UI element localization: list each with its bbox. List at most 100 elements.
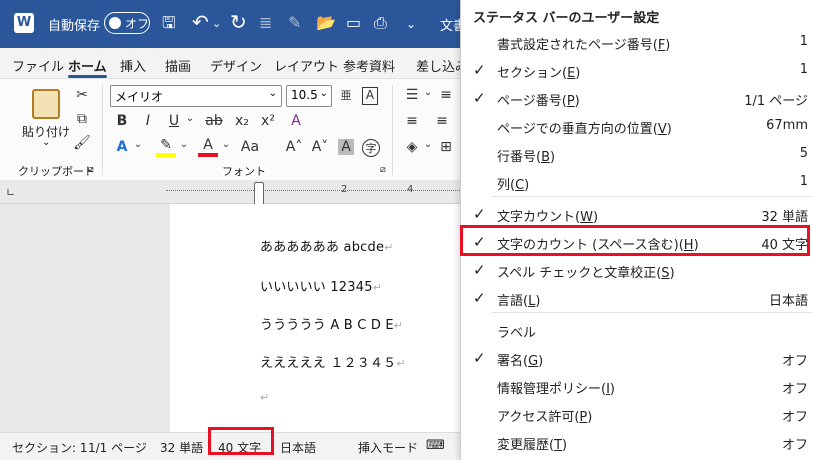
tab-file[interactable]: ファイル — [12, 56, 64, 75]
pen-icon[interactable]: ✎ — [288, 13, 301, 33]
tab-references[interactable]: 参考資料 — [343, 56, 395, 75]
menu-item-text: 列( — [497, 178, 516, 193]
accessibility-icon[interactable]: ⌨ — [426, 438, 445, 453]
autosave-toggle[interactable]: オフ — [104, 12, 150, 34]
copy-icon[interactable]: ⧉ — [72, 111, 92, 127]
paragraph-mark-icon: ↵ — [393, 319, 404, 332]
new-file-icon[interactable]: ▭ — [346, 13, 361, 33]
menu-item[interactable]: 列(C) 1 — [461, 168, 813, 196]
clipboard-group-label: クリップボード — [18, 165, 95, 178]
menu-item[interactable]: ✓ 言語(L) 日本語 — [461, 284, 813, 312]
chevron-down-icon[interactable]: ⌄ — [216, 139, 236, 150]
tab-design[interactable]: デザイン — [210, 56, 262, 75]
menu-item-paren: ) — [587, 410, 593, 425]
strikethrough-icon[interactable]: ab — [204, 113, 224, 129]
paste-dropdown-icon[interactable]: ⌄ — [42, 137, 50, 148]
menu-item-paren: ) — [575, 66, 581, 81]
toggle-knob-icon — [109, 17, 121, 29]
menu-item-value: オフ — [781, 410, 808, 425]
menu-item[interactable]: ✓ 文字カウント(W) 32 単語 — [461, 200, 813, 228]
menu-item[interactable]: アクセス許可(P) オフ — [461, 400, 813, 428]
chevron-down-icon[interactable]: ⌄ — [128, 139, 148, 150]
grow-font-icon[interactable]: A˄ — [284, 139, 304, 155]
format-painter-icon[interactable]: ≣ — [259, 13, 272, 33]
ruler-track — [166, 190, 470, 194]
checkmark-icon: ✓ — [473, 61, 486, 79]
ruler-mark: 4 — [407, 184, 414, 195]
chevron-down-icon[interactable]: ⌄ — [180, 113, 200, 124]
menu-item[interactable]: ページでの垂直方向の位置(V) 67mm — [461, 112, 813, 140]
numbering-icon[interactable]: ≡ — [436, 87, 456, 103]
align-left-icon[interactable]: ≡ — [402, 113, 422, 129]
status-words[interactable]: 32 単語 — [160, 439, 203, 456]
menu-item[interactable]: 書式設定されたページ番号(F) 1 — [461, 28, 813, 56]
menu-item-text: ページ番号( — [497, 94, 567, 109]
redo-icon[interactable]: ↻ — [230, 12, 247, 32]
cut-icon[interactable]: ✂ — [72, 87, 92, 103]
menu-item[interactable]: 変更履歴(T) オフ — [461, 428, 813, 456]
menu-item[interactable]: 情報管理ポリシー(I) オフ — [461, 372, 813, 400]
paragraph-mark-icon: ↵ — [372, 281, 383, 294]
save-icon[interactable]: 🖫 — [162, 13, 176, 33]
clear-formatting-icon[interactable]: A — [286, 113, 306, 129]
menu-item[interactable]: ✓ セクション(E) 1 — [461, 56, 813, 84]
menu-item[interactable]: ✓ 署名(G) オフ — [461, 344, 813, 372]
menu-item-paren: ) — [562, 438, 568, 453]
menu-item-value: 67mm — [766, 118, 808, 133]
enclose-characters-icon[interactable]: 字 — [362, 139, 380, 157]
clipboard-icon[interactable] — [32, 89, 60, 119]
align-center-icon[interactable]: ≡ — [432, 113, 452, 129]
menu-item[interactable]: 行番号(B) 5 — [461, 140, 813, 168]
menu-item-value: 1/1 ページ — [744, 94, 808, 109]
tab-selector-icon[interactable]: ∟ — [6, 186, 15, 199]
menu-title: ステータス バーのユーザー設定 — [473, 11, 660, 26]
subscript-icon[interactable]: x₂ — [232, 113, 252, 129]
italic-icon[interactable]: I — [138, 113, 158, 129]
shrink-font-icon[interactable]: A˅ — [310, 139, 330, 155]
status-page[interactable]: 1/1 ページ — [88, 439, 147, 456]
doc-line: ↵ — [260, 390, 269, 405]
clipboard-launcher-icon[interactable]: ⧄ — [88, 165, 94, 175]
font-name-select[interactable]: メイリオ ⌄ — [110, 85, 282, 107]
phonetic-guide-icon[interactable]: 亜 — [336, 87, 356, 103]
document-page[interactable]: ああああああ abcde↵ いいいいい 12345↵ ううううう A B C D… — [170, 204, 470, 432]
tab-insert[interactable]: 挿入 — [120, 56, 146, 75]
status-language[interactable]: 日本語 — [280, 439, 316, 456]
font-color-icon[interactable]: A — [198, 137, 218, 157]
character-shading-icon[interactable]: A — [338, 139, 354, 155]
toggle-state-label: オフ — [125, 17, 150, 31]
tab-layout[interactable]: レイアウト — [274, 56, 339, 75]
superscript-icon[interactable]: x² — [258, 113, 278, 129]
format-brush-icon[interactable]: 🖌 — [72, 135, 92, 151]
menu-item-value: 1 — [799, 174, 808, 189]
word-logo-icon: W — [14, 13, 34, 33]
customize-qat-icon[interactable]: ⌄ — [406, 14, 416, 34]
character-border-icon[interactable]: A — [362, 87, 378, 105]
menu-item-value: 日本語 — [768, 294, 808, 309]
undo-icon[interactable]: ↶ — [192, 12, 209, 32]
font-group-label: フォント — [222, 165, 266, 178]
menu-item[interactable]: ✓ ページ番号(P) 1/1 ページ — [461, 84, 813, 112]
status-section[interactable]: セクション: 1 — [12, 439, 88, 456]
menu-item-paren: ) — [538, 354, 544, 369]
menu-item-accesskey: C — [515, 178, 525, 193]
bold-icon[interactable]: B — [112, 113, 132, 129]
menu-item-value: オフ — [781, 438, 808, 453]
aa-case-icon[interactable]: Aa — [240, 139, 260, 155]
menu-item[interactable]: ラベル — [461, 316, 813, 344]
chevron-down-icon[interactable]: ⌄ — [418, 87, 438, 98]
highlight-color-icon[interactable]: ✎ — [156, 137, 176, 157]
open-folder-icon[interactable]: 📂 — [316, 13, 336, 33]
menu-item[interactable]: ✓ スペル チェックと文章校正(S) — [461, 256, 813, 284]
chevron-down-icon[interactable]: ⌄ — [212, 14, 221, 34]
font-launcher-icon[interactable]: ⧄ — [380, 165, 386, 175]
status-insert-mode[interactable]: 挿入モード — [358, 439, 418, 456]
font-size-select[interactable]: 10.5 ⌄ — [286, 85, 332, 107]
doc-line-text: えええええ １２３４５ — [260, 356, 397, 371]
tab-home[interactable]: ホーム — [68, 56, 107, 78]
chevron-down-icon[interactable]: ⌄ — [174, 139, 194, 150]
chevron-down-icon[interactable]: ⌄ — [418, 139, 438, 150]
print-icon[interactable]: ⎙ — [374, 13, 387, 33]
borders-icon[interactable]: ⊞ — [436, 139, 456, 155]
tab-draw[interactable]: 描画 — [165, 56, 191, 75]
